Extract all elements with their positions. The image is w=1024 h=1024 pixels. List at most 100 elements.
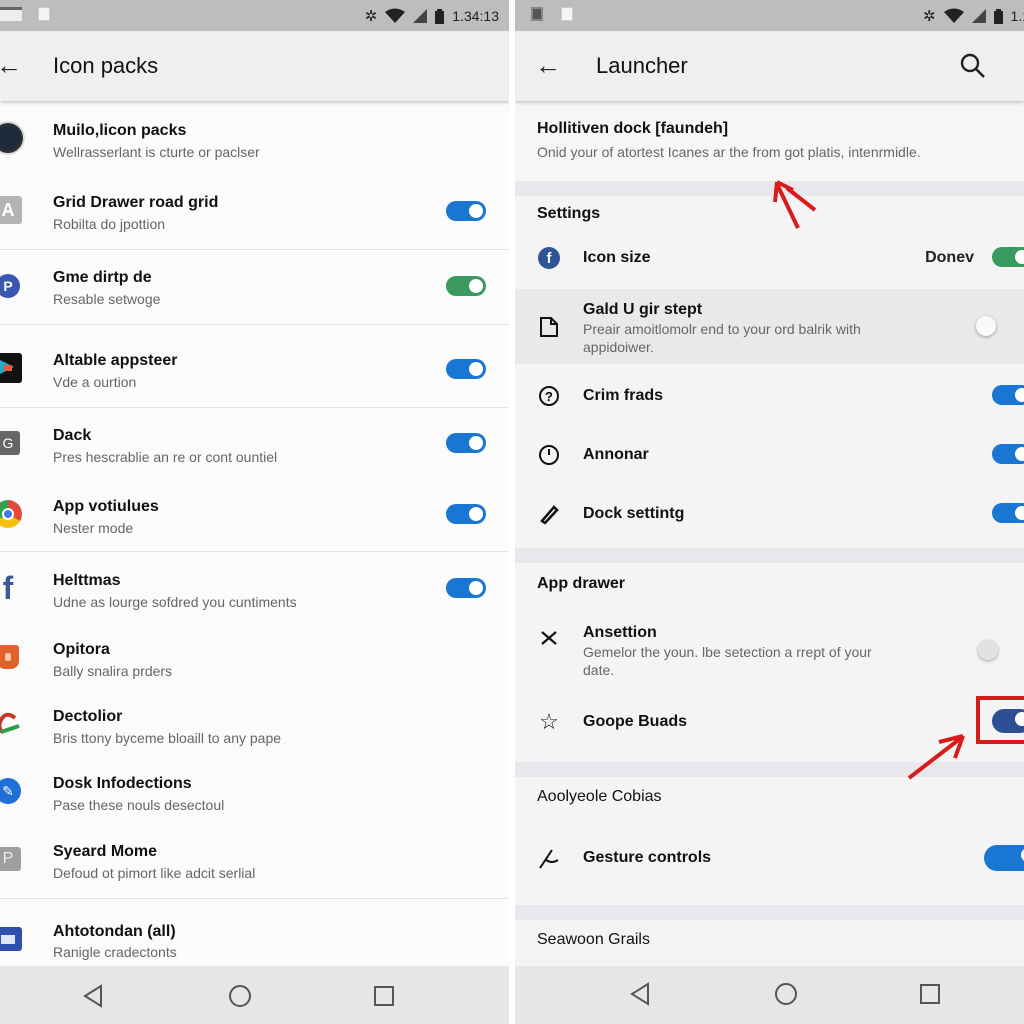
list-item[interactable]: Dectolior Bris ttony byceme bloaill to a… [0, 704, 509, 762]
item-title: Hollitiven dock [faundeh] [537, 120, 729, 137]
toggle-switch[interactable] [992, 247, 1024, 267]
clock-icon [537, 443, 561, 467]
item-title: Dosk Infodections [53, 775, 192, 792]
nav-recents-icon[interactable] [920, 984, 940, 1004]
setting-gesture-controls[interactable]: Gesture controls [515, 834, 1024, 884]
toggle-switch[interactable] [446, 504, 486, 524]
gesture-icon [537, 846, 561, 870]
page-title: Icon packs [53, 53, 159, 78]
notification-icon [0, 7, 22, 21]
section-header: Seawoon Grails [537, 931, 650, 948]
item-subtitle: Preair amoitlomolr end to your ord balri… [583, 321, 861, 355]
search-icon[interactable] [960, 53, 986, 79]
letter-a-icon: A [0, 194, 24, 226]
app-bar: ← Launcher [515, 31, 1024, 101]
setting-icon-size[interactable]: f Icon size Donev [515, 236, 1024, 286]
setting-item[interactable]: Ansettion Gemelor the youn. lbe setectio… [515, 615, 1024, 685]
list-item[interactable]: P Syeard Mome Defoud ot pimort like adci… [0, 839, 509, 897]
divider [0, 407, 509, 408]
item-title: Gme dirtp de [53, 269, 152, 286]
item-title: Opitora [53, 641, 110, 658]
toggle-switch[interactable] [446, 201, 486, 221]
nav-back-icon[interactable] [630, 982, 650, 1006]
toggle-switch[interactable] [984, 845, 1024, 871]
nav-recents-icon[interactable] [374, 986, 394, 1006]
toggle-switch[interactable] [446, 433, 486, 453]
nav-home-icon[interactable] [774, 982, 798, 1006]
toggle-switch[interactable] [992, 385, 1024, 405]
item-title: Ahtotondan (all) [53, 923, 176, 940]
toggle-switch[interactable] [446, 578, 486, 598]
section-header-app-drawer: App drawer [537, 575, 626, 592]
list-item[interactable]: A Grid Drawer road grid Robilta do jpott… [0, 190, 509, 248]
radio-button[interactable] [976, 316, 996, 336]
document-icon [537, 315, 561, 339]
setting-item[interactable]: Gald U gir stept Preair amoitlomolr end … [515, 289, 1024, 364]
tools-icon [537, 625, 561, 649]
dock-item[interactable]: Hollitiven dock [faundeh] Onid your of a… [515, 101, 1024, 181]
toggle-switch[interactable] [446, 359, 486, 379]
file-notification-icon [38, 7, 50, 21]
list-item[interactable]: Muilo,licon packs Wellrasserlant is ctur… [0, 118, 509, 178]
radio-button[interactable] [978, 640, 998, 660]
item-title: Dectolior [53, 708, 123, 725]
section-gap [515, 762, 1024, 777]
app-bar: ← Icon packs [0, 31, 509, 101]
wifi-icon [385, 8, 406, 23]
nav-home-icon[interactable] [228, 984, 252, 1008]
list-item[interactable]: Opitora Bally snalira prders [0, 637, 509, 695]
setting-item[interactable]: ? Crim frads [515, 372, 1024, 422]
item-subtitle: Onid your of atortest Icanes ar the from… [537, 144, 921, 160]
file-notification-icon [561, 7, 573, 21]
item-title: Ansettion [583, 624, 657, 641]
orange-badge-icon [0, 641, 24, 673]
star-icon: ☆ [539, 709, 559, 734]
back-arrow-icon[interactable]: ← [535, 51, 561, 79]
status-bar: ✲ 1.1 [515, 0, 1024, 31]
blue-card-icon [0, 923, 24, 955]
item-subtitle: Vde a ourtion [53, 374, 137, 390]
wifi-icon [943, 8, 964, 23]
settings-gear-icon: ✲ [364, 8, 378, 25]
item-subtitle: Bally snalira prders [53, 663, 173, 679]
divider [0, 551, 509, 552]
toggle-switch[interactable] [446, 276, 486, 296]
section-header-settings: Settings [537, 205, 601, 222]
list-item[interactable]: P Gme dirtp de Resable setwoge [0, 265, 509, 323]
list-item[interactable]: Ahtotondan (all) Ranigle cradectonts [0, 919, 509, 967]
item-value: Donev [925, 249, 974, 266]
item-title: Gald U gir stept [583, 301, 703, 318]
chrome-icon [0, 498, 24, 530]
setting-item[interactable]: Dock settintg [515, 490, 1024, 540]
annotation-highlight-box [976, 696, 1024, 744]
section-header: Aoolyeole Cobias [537, 788, 662, 805]
item-title: Goope Buads [583, 713, 688, 730]
list-item[interactable]: ✎ Dosk Infodections Pase these nouls des… [0, 771, 509, 829]
item-subtitle: Resable setwoge [53, 291, 161, 307]
status-time: 1.1 [1010, 8, 1024, 24]
facebook-icon: f [2, 570, 14, 606]
list-item[interactable]: G Dack Pres hescrablie an re or cont oun… [0, 423, 509, 481]
divider [0, 324, 509, 325]
list-item[interactable]: App votiulues Nester mode [0, 494, 509, 552]
list-item[interactable]: Altable appsteer Vde a ourtion [0, 348, 509, 406]
item-subtitle: Ranigle cradectonts [53, 944, 177, 960]
toggle-switch[interactable] [992, 503, 1024, 523]
toggle-switch[interactable] [992, 444, 1024, 464]
google-g-icon: G [0, 427, 24, 459]
item-subtitle: Defoud ot pimort like adcit serlial [53, 865, 256, 881]
item-title: Helttmas [53, 572, 121, 589]
nav-back-icon[interactable] [83, 984, 103, 1008]
setting-item[interactable]: Annonar [515, 431, 1024, 481]
list-item[interactable]: f Helttmas Udne as lourge sofdred you cu… [0, 568, 509, 626]
letter-p-circle-icon: P [0, 270, 24, 302]
item-title: Gesture controls [583, 849, 712, 866]
status-bar: ✲ 1.34:13 [0, 0, 509, 31]
item-title: Dack [53, 427, 92, 444]
item-title: Grid Drawer road grid [53, 194, 219, 211]
item-title: Icon size [583, 249, 651, 266]
setting-item-highlighted[interactable]: ☆ Goope Buads [515, 696, 1024, 752]
divider [0, 249, 509, 250]
back-arrow-icon[interactable]: ← [0, 51, 22, 79]
launcher-screen: ✲ 1.1 ← Launcher Hollitiven dock [faunde… [515, 0, 1024, 1024]
